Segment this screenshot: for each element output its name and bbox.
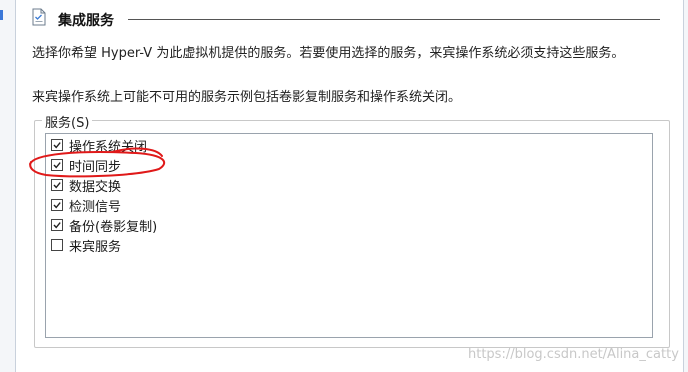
- service-checkbox[interactable]: [51, 179, 63, 191]
- service-checkbox[interactable]: [51, 199, 63, 211]
- service-item[interactable]: 数据交换: [46, 175, 121, 195]
- description-text: 选择你希望 Hyper-V 为此虚拟机提供的服务。若要使用选择的服务，来宾操作系…: [32, 46, 625, 61]
- service-checkbox[interactable]: [51, 139, 63, 151]
- service-label: 时间同步: [69, 159, 122, 175]
- checkmark-icon: [53, 202, 61, 209]
- services-list[interactable]: 操作系统关闭 时间同步数据交换检测信号备份(卷影复制) 来宾服务: [45, 133, 653, 338]
- description-example-text: 来宾操作系统上可能不可用的服务示例包括卷影复制服务和操作系统关闭。: [32, 90, 462, 105]
- service-label: 来宾服务: [69, 239, 122, 255]
- service-checkbox[interactable]: [51, 159, 63, 171]
- service-item[interactable]: 备份(卷影复制): [46, 215, 157, 235]
- checkmark-icon: [53, 142, 61, 149]
- service-item[interactable]: 检测信号: [46, 195, 121, 215]
- checkmark-icon: [53, 222, 61, 229]
- service-item[interactable]: 操作系统关闭: [46, 135, 147, 155]
- scrollbar[interactable]: [683, 0, 688, 372]
- header-divider: [128, 19, 660, 20]
- service-label: 备份(卷影复制): [69, 219, 158, 235]
- watermark: https://blog.csdn.net/Alina_catty: [468, 347, 679, 362]
- document-icon: [32, 8, 46, 26]
- service-label: 操作系统关闭: [69, 139, 148, 155]
- left-panel-edge: [0, 0, 16, 372]
- service-item[interactable]: 来宾服务: [46, 235, 121, 255]
- service-checkbox[interactable]: [51, 219, 63, 231]
- selection-marker: [0, 10, 3, 20]
- integration-services-page: 集成服务 选择你希望 Hyper-V 为此虚拟机提供的服务。若要使用选择的服务，…: [16, 0, 682, 372]
- service-label: 数据交换: [69, 179, 122, 195]
- service-item[interactable]: 时间同步: [46, 155, 121, 175]
- services-group-label: 服务(S): [42, 112, 93, 131]
- checkmark-icon: [53, 182, 61, 189]
- service-checkbox[interactable]: [51, 239, 63, 251]
- checkmark-icon: [53, 162, 61, 169]
- service-label: 检测信号: [69, 199, 122, 215]
- page-title: 集成服务: [58, 13, 114, 29]
